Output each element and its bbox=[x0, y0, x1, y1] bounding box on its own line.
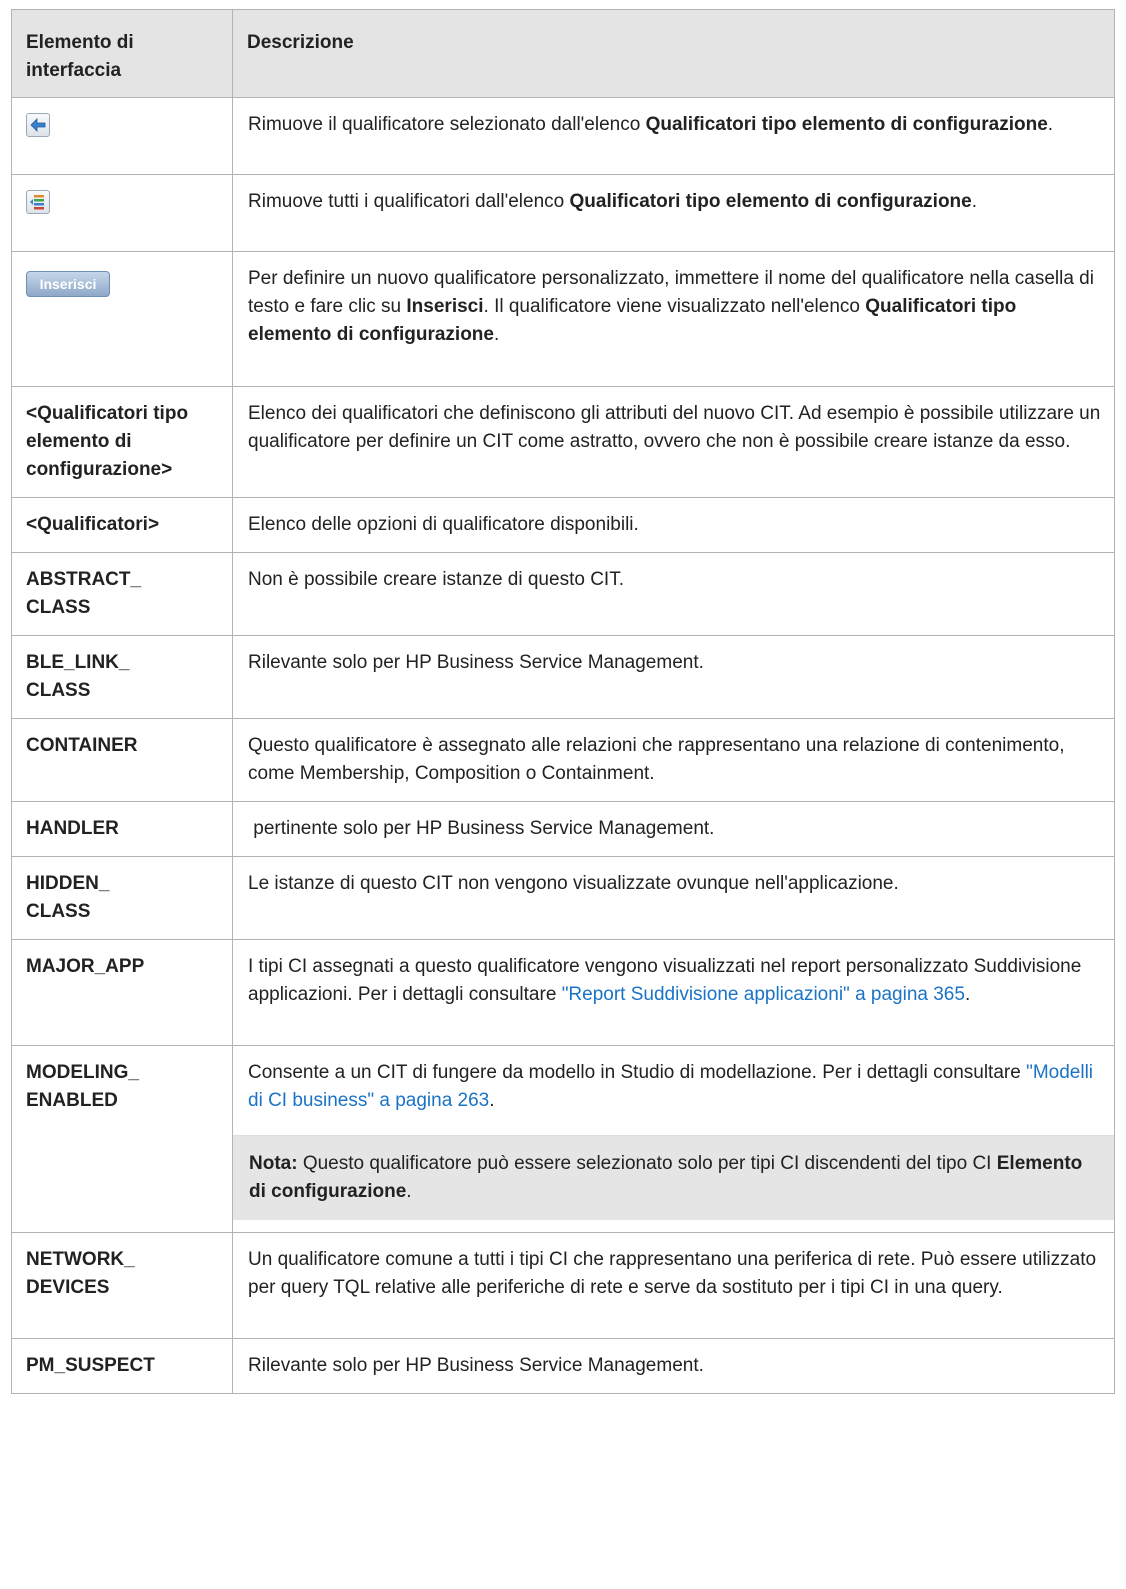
description-text: Consente a un CIT di fungere da modello … bbox=[248, 1062, 1094, 1111]
ui-element-cell: <Qualificatori> bbox=[11, 497, 233, 553]
table-row: HANDLER pertinente solo per HP Business … bbox=[11, 801, 1115, 857]
description-cell: Un qualificatore comune a tutti i tipi C… bbox=[232, 1232, 1115, 1339]
description-cell: Le istanze di questo CIT non vengono vis… bbox=[232, 856, 1115, 940]
description-cell: pertinente solo per HP Business Service … bbox=[232, 801, 1115, 857]
table-row: PM_SUSPECT Rilevante solo per HP Busines… bbox=[11, 1338, 1115, 1394]
ui-element-cell: <Qualificatori tipo elemento di configur… bbox=[11, 386, 233, 498]
ui-element-cell: BLE_LINK_ CLASS bbox=[11, 635, 233, 719]
remove-selected-arrow-icon[interactable] bbox=[26, 113, 50, 137]
ui-element-cell: NETWORK_ DEVICES bbox=[11, 1232, 233, 1339]
ui-element-cell: Inserisci bbox=[11, 251, 233, 387]
ui-element-cell: MODELING_ ENABLED bbox=[11, 1045, 233, 1233]
table-header-row: Elemento di interfaccia Descrizione bbox=[11, 9, 1115, 98]
description-cell: Consente a un CIT di fungere da modello … bbox=[232, 1045, 1115, 1233]
description-cell: Rimuove tutti i qualificatori dall'elenc… bbox=[232, 174, 1115, 252]
ui-element-cell: ABSTRACT_ CLASS bbox=[11, 552, 233, 636]
table-row: ABSTRACT_ CLASS Non è possibile creare is… bbox=[11, 552, 1115, 636]
header-description: Descrizione bbox=[232, 9, 1115, 98]
ui-element-cell bbox=[11, 97, 233, 175]
table-row: MAJOR_APP I tipi CI assegnati a questo q… bbox=[11, 939, 1115, 1046]
table-row: BLE_LINK_ CLASS Rilevante solo per HP Bus… bbox=[11, 635, 1115, 719]
header-ui-element: Elemento di interfaccia bbox=[11, 9, 233, 98]
table-row: CONTAINER Questo qualificatore è assegna… bbox=[11, 718, 1115, 802]
ui-element-cell bbox=[11, 174, 233, 252]
ui-element-cell: MAJOR_APP bbox=[11, 939, 233, 1046]
description-cell: Rilevante solo per HP Business Service M… bbox=[232, 1338, 1115, 1394]
report-link[interactable]: "Report Suddivisione applicazioni" a pag… bbox=[562, 984, 965, 1005]
ui-element-cell: HIDDEN_ CLASS bbox=[11, 856, 233, 940]
description-cell: Per definire un nuovo qualificatore pers… bbox=[232, 251, 1115, 387]
description-cell: Rimuove il qualificatore selezionato dal… bbox=[232, 97, 1115, 175]
description-cell: I tipi CI assegnati a questo qualificato… bbox=[232, 939, 1115, 1046]
table-row: Rimuove il qualificatore selezionato dal… bbox=[11, 97, 1115, 175]
ui-elements-table: Elemento di interfaccia Descrizione Rimu… bbox=[11, 9, 1115, 1394]
note-box: Nota: Questo qualificatore può essere se… bbox=[233, 1135, 1114, 1220]
remove-all-icon[interactable] bbox=[26, 190, 50, 214]
ui-element-cell: CONTAINER bbox=[11, 718, 233, 802]
description-cell: Elenco dei qualificatori che definiscono… bbox=[232, 386, 1115, 498]
description-cell: Rilevante solo per HP Business Service M… bbox=[232, 635, 1115, 719]
description-cell: Non è possibile creare istanze di questo… bbox=[232, 552, 1115, 636]
table-row: HIDDEN_ CLASS Le istanze di questo CIT no… bbox=[11, 856, 1115, 940]
table-row: MODELING_ ENABLED Consente a un CIT di fu… bbox=[11, 1045, 1115, 1233]
table-row: Rimuove tutti i qualificatori dall'elenc… bbox=[11, 174, 1115, 252]
table-row: Inserisci Per definire un nuovo qualific… bbox=[11, 251, 1115, 387]
table-row: <Qualificatori tipo elemento di configur… bbox=[11, 386, 1115, 498]
ui-element-cell: PM_SUSPECT bbox=[11, 1338, 233, 1394]
ui-element-cell: HANDLER bbox=[11, 801, 233, 857]
description-cell: Elenco delle opzioni di qualificatore di… bbox=[232, 497, 1115, 553]
insert-button[interactable]: Inserisci bbox=[26, 271, 110, 297]
table-row: <Qualificatori> Elenco delle opzioni di … bbox=[11, 497, 1115, 553]
table-row: NETWORK_ DEVICES Un qualificatore comune … bbox=[11, 1232, 1115, 1339]
description-cell: Questo qualificatore è assegnato alle re… bbox=[232, 718, 1115, 802]
